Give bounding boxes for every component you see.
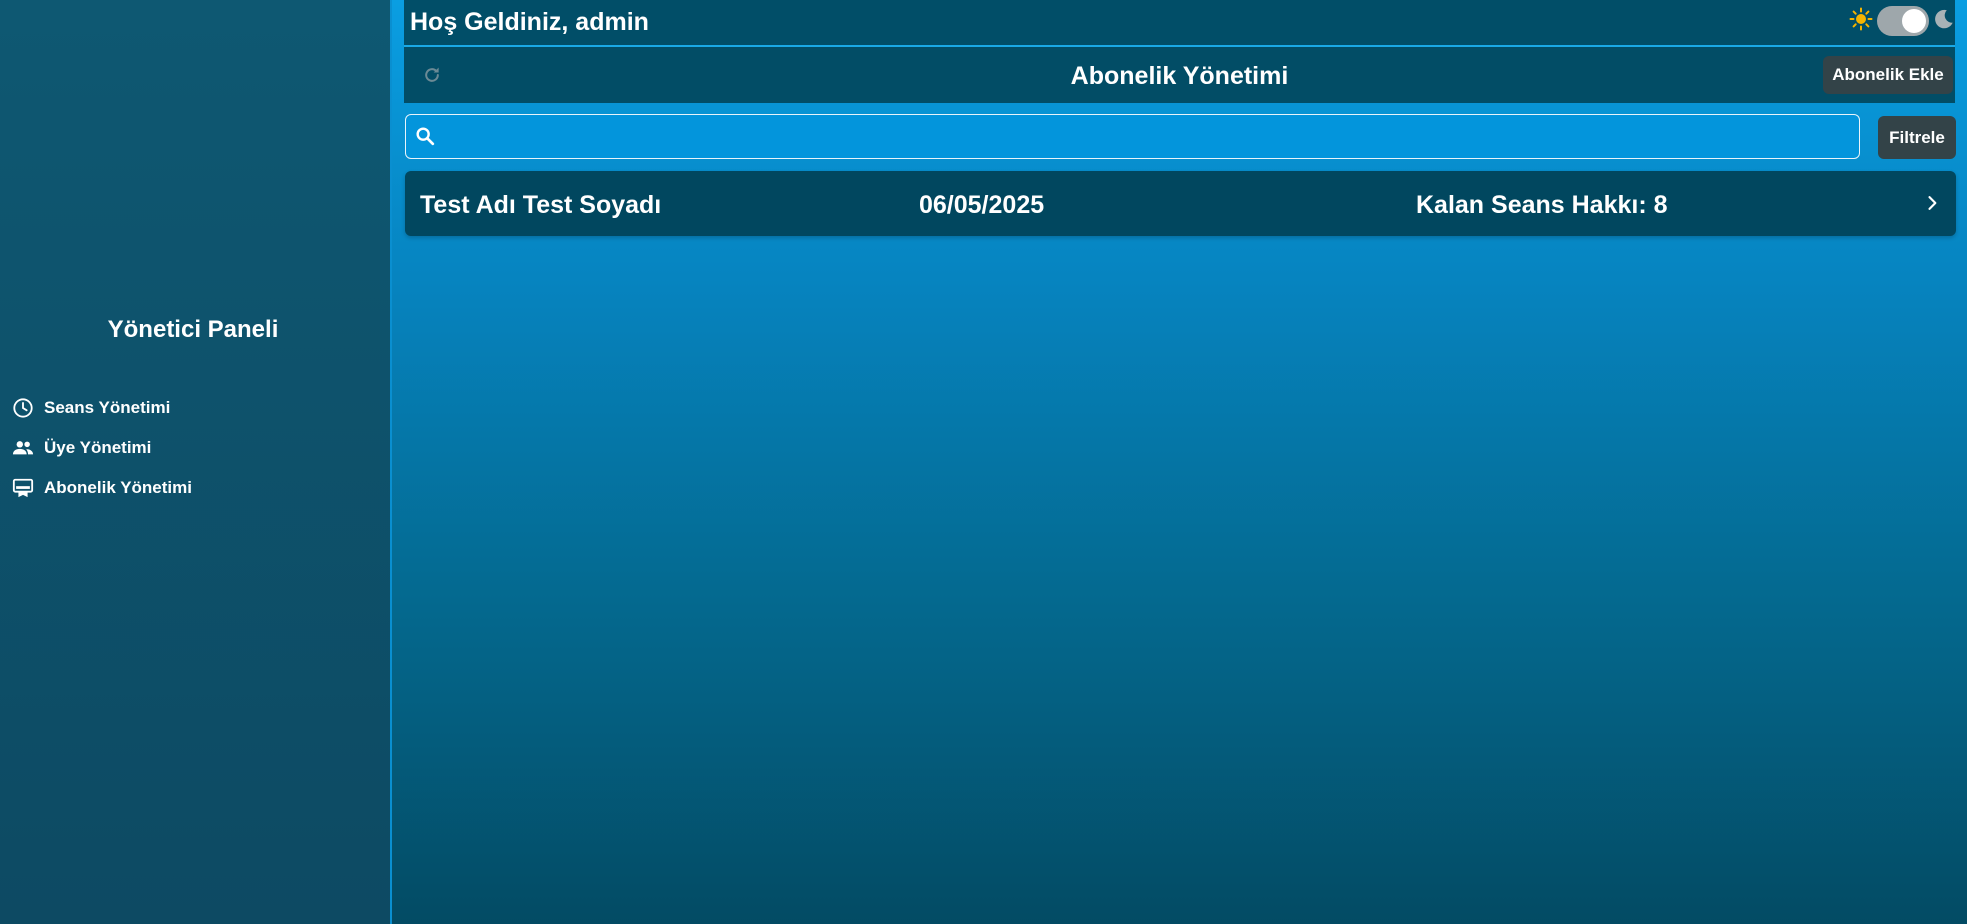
remaining-sessions: Kalan Seans Hakkı: 8: [1416, 191, 1668, 219]
search-input[interactable]: [446, 115, 1850, 160]
sidebar-item-abonelik[interactable]: Abonelik Yönetimi: [12, 468, 192, 508]
sun-icon: [1849, 7, 1873, 36]
sidebar-item-seans[interactable]: Seans Yönetimi: [12, 388, 192, 428]
subscription-date: 06/05/2025: [919, 191, 1045, 219]
filter-button[interactable]: Filtrele: [1878, 116, 1956, 159]
sidebar-item-label: Üye Yönetimi: [44, 438, 152, 457]
moon-icon: [1933, 8, 1955, 35]
toggle-knob: [1902, 9, 1926, 33]
search-box: [405, 114, 1860, 160]
clock-icon: [12, 397, 34, 419]
member-name: Test Adı Test Soyadı: [420, 191, 662, 219]
page-header: Abonelik Yönetimi Abonelik Ekle: [404, 47, 1955, 103]
add-subscription-button[interactable]: Abonelik Ekle: [1823, 56, 1953, 94]
sidebar-item-label: Seans Yönetimi: [44, 398, 171, 417]
sidebar-item-label: Abonelik Yönetimi: [44, 478, 192, 497]
subscription-icon: [12, 477, 34, 499]
topbar: Hoş Geldiniz, admin: [404, 0, 1955, 47]
subscription-row[interactable]: Test Adı Test Soyadı 06/05/2025 Kalan Se…: [405, 171, 1956, 236]
sidebar: Yönetici Paneli Seans Yönetimi Üye Yönet…: [0, 0, 390, 924]
sidebar-title: Yönetici Paneli: [107, 316, 279, 343]
sidebar-item-uye[interactable]: Üye Yönetimi: [12, 428, 192, 468]
people-icon: [12, 437, 34, 459]
sidebar-nav: Seans Yönetimi Üye Yönetimi Abonelik Yön…: [12, 388, 192, 508]
chevron-right-icon: [1922, 193, 1942, 213]
theme-switcher: [1849, 6, 1955, 36]
page-title: Abonelik Yönetimi: [1070, 62, 1289, 90]
theme-toggle[interactable]: [1877, 6, 1929, 36]
welcome-text: Hoş Geldiniz, admin: [410, 8, 649, 36]
main-content: Hoş Geldiniz, admin Abonelik Yönetimi Ab…: [392, 0, 1967, 924]
